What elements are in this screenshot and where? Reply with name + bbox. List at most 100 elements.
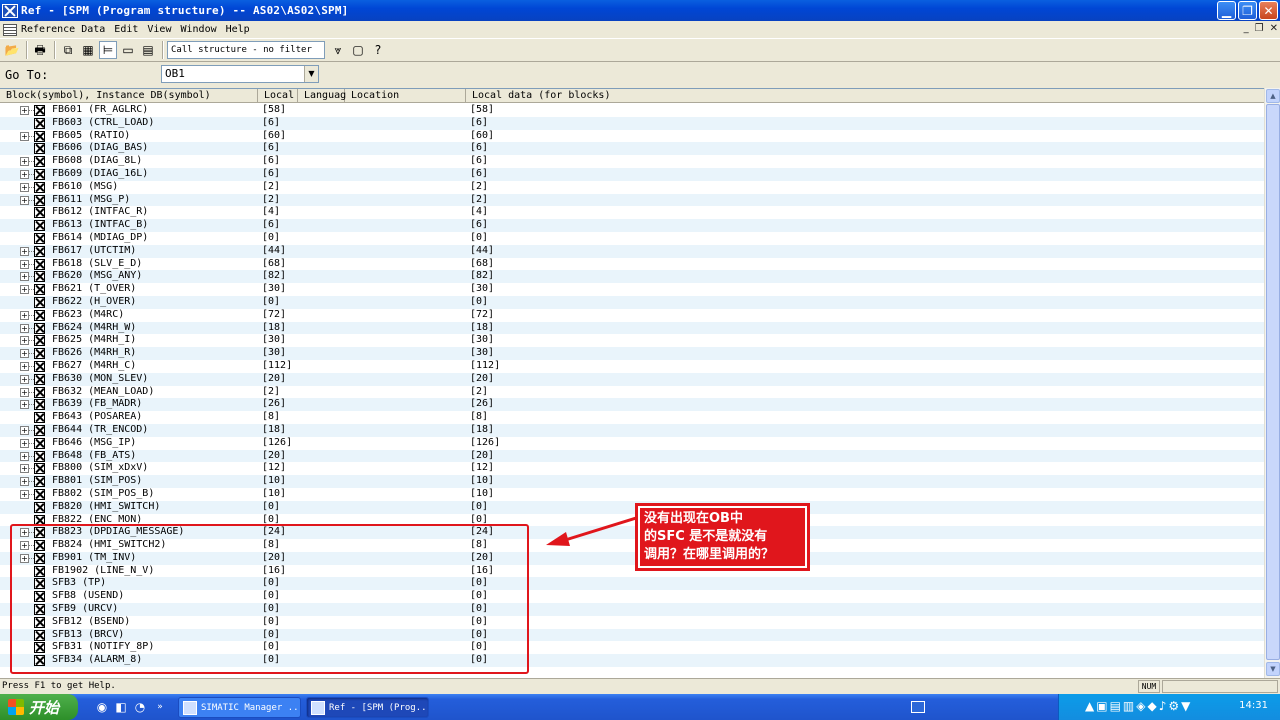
table-row[interactable]: + FB626 (M4RH_R) [30] [30]	[0, 347, 1264, 360]
table-row[interactable]: + FB609 (DIAG_16L) [6] [6]	[0, 167, 1264, 181]
table-row[interactable]: + FB625 (M4RH_I) [30] [30]	[0, 334, 1264, 347]
app-icon[interactable]	[2, 3, 18, 18]
expand-plus-icon[interactable]: +	[20, 246, 29, 256]
expand-plus-icon[interactable]: +	[20, 157, 29, 167]
taskbar-item-simatic-manager[interactable]: SIMATIC Manager ...	[178, 697, 301, 718]
table-row[interactable]: + FB801 (SIM_POS) [10] [10]	[0, 475, 1264, 488]
table-row[interactable]: FB614 (MDIAG_DP) [0] [0]	[0, 232, 1264, 245]
expand-plus-icon[interactable]: +	[20, 272, 29, 282]
expand-plus-icon[interactable]: +	[20, 464, 29, 474]
minimize-button[interactable]: ▁	[1217, 1, 1236, 20]
chevron-down-icon[interactable]: ▼	[304, 66, 318, 82]
program-structure-icon[interactable]: ⊨	[99, 41, 117, 59]
mdi-minimize-icon[interactable]: _	[1244, 23, 1249, 34]
keyboard-icon[interactable]	[911, 701, 925, 713]
context-help-icon[interactable]: ?	[369, 41, 387, 59]
table-row[interactable]: + FB621 (T_OVER) [30] [30]	[0, 283, 1264, 296]
expand-plus-icon[interactable]: +	[20, 259, 29, 269]
table-row[interactable]: + FB624 (M4RH_W) [18] [18]	[0, 321, 1264, 335]
new-window-icon[interactable]: ▢	[349, 41, 367, 59]
table-row[interactable]: + FB627 (M4RH_C) [112] [112]	[0, 360, 1264, 373]
expand-plus-icon[interactable]: +	[20, 323, 29, 333]
filter-icon[interactable]: ⩔	[329, 41, 347, 59]
expand-plus-icon[interactable]: +	[20, 349, 29, 359]
quicklaunch-more-icon[interactable]: »	[152, 699, 168, 715]
menu-help[interactable]: Help	[226, 24, 250, 35]
table-row[interactable]: + FB610 (MSG) [2] [2]	[0, 181, 1264, 194]
maximize-button[interactable]: ❐	[1238, 1, 1257, 20]
expand-plus-icon[interactable]: +	[20, 400, 29, 410]
table-row[interactable]: FB606 (DIAG_BAS) [6] [6]	[0, 142, 1264, 156]
mdi-close-icon[interactable]: ✕	[1270, 23, 1278, 34]
table-row[interactable]: FB603 (CTRL_LOAD) [6] [6]	[0, 116, 1264, 130]
table-row[interactable]: + FB802 (SIM_POS_B) [10] [10]	[0, 488, 1264, 501]
table-row[interactable]: + FB632 (MEAN_LOAD) [2] [2]	[0, 386, 1264, 399]
table-row[interactable]: + FB646 (MSG_IP) [126] [126]	[0, 437, 1264, 450]
expand-plus-icon[interactable]: +	[20, 285, 29, 295]
goto-dropdown[interactable]: OB1 ▼	[161, 65, 319, 83]
scroll-up-icon[interactable]: ▲	[1266, 89, 1280, 103]
table-row[interactable]: + FB639 (FB_MADR) [26] [26]	[0, 398, 1264, 412]
expand-plus-icon[interactable]: +	[20, 477, 29, 487]
table-row[interactable]: + FB648 (FB_ATS) [20] [20]	[0, 449, 1264, 463]
table-row[interactable]: + FB630 (MON_SLEV) [20] [20]	[0, 372, 1264, 386]
expand-plus-icon[interactable]: +	[20, 131, 29, 141]
filter-select[interactable]: Call structure - no filter	[167, 41, 325, 59]
window-titlebar[interactable]: Ref - [SPM (Program structure) -- AS02\A…	[0, 0, 1280, 21]
table-row[interactable]: + FB611 (MSG_P) [2] [2]	[0, 193, 1264, 207]
vertical-scrollbar[interactable]: ▲ ▼	[1264, 88, 1280, 678]
menu-edit[interactable]: Edit	[114, 24, 138, 35]
quicklaunch-ie-icon[interactable]: ◉	[94, 699, 110, 715]
table-row[interactable]: + FB800 (SIM_xDxV) [12] [12]	[0, 462, 1264, 475]
expand-plus-icon[interactable]: +	[20, 438, 29, 448]
expand-plus-icon[interactable]: +	[20, 195, 29, 205]
column-header-language[interactable]: Languag	[298, 89, 346, 103]
column-header-block[interactable]: Block(symbol), Instance DB(symbol)	[0, 89, 258, 103]
mdi-restore-icon[interactable]: ❐	[1255, 23, 1264, 34]
table-row[interactable]: FB622 (H_OVER) [0] [0]	[0, 295, 1264, 309]
expand-plus-icon[interactable]: +	[20, 310, 29, 320]
expand-plus-icon[interactable]: +	[20, 106, 29, 115]
expand-plus-icon[interactable]: +	[20, 425, 29, 435]
addresses-without-symbol-icon[interactable]: ▤	[139, 41, 157, 59]
expand-plus-icon[interactable]: +	[20, 451, 29, 461]
column-header-local[interactable]: Local	[258, 89, 298, 103]
close-button[interactable]: ✕	[1259, 1, 1278, 20]
expand-plus-icon[interactable]: +	[20, 361, 29, 371]
column-header-location[interactable]: Location	[345, 89, 466, 103]
quicklaunch-simatic-icon[interactable]: ◧	[113, 699, 129, 715]
table-row[interactable]: + FB617 (UTCTIM) [44] [44]	[0, 244, 1264, 258]
column-header-local-data[interactable]: Local data (for blocks)	[466, 89, 1264, 103]
expand-plus-icon[interactable]: +	[20, 387, 29, 397]
print-icon[interactable]: 🖶	[31, 41, 49, 59]
table-row[interactable]: FB612 (INTFAC_R) [4] [4]	[0, 206, 1264, 219]
expand-plus-icon[interactable]: +	[20, 169, 29, 179]
menu-view[interactable]: View	[147, 24, 171, 35]
scroll-down-icon[interactable]: ▼	[1266, 662, 1280, 676]
taskbar-item-ref[interactable]: Ref - [SPM (Prog...	[306, 697, 429, 718]
table-row[interactable]: FB613 (INTFAC_B) [6] [6]	[0, 219, 1264, 232]
table-row[interactable]: + FB601 (FR_AGLRC) [58] [58]	[0, 104, 1264, 117]
open-folder-icon[interactable]: 📂	[3, 41, 21, 59]
tray-icons[interactable]: ▲▣▤▥◈◆♪⚙▼	[1085, 699, 1192, 713]
table-row[interactable]: + FB605 (RATIO) [60] [60]	[0, 130, 1264, 143]
unused-symbols-icon[interactable]: ▭	[119, 41, 137, 59]
expand-plus-icon[interactable]: +	[20, 182, 29, 192]
table-row[interactable]: FB643 (POSAREA) [8] [8]	[0, 411, 1264, 424]
table-row[interactable]: + FB620 (MSG_ANY) [82] [82]	[0, 270, 1264, 284]
assignment-list-icon[interactable]: ▦	[79, 41, 97, 59]
menu-reference-data[interactable]: Reference Data	[21, 24, 105, 35]
document-icon[interactable]	[3, 23, 17, 36]
start-button[interactable]: 开始	[0, 694, 78, 720]
table-row[interactable]: + FB618 (SLV_E_D) [68] [68]	[0, 258, 1264, 271]
menu-window[interactable]: Window	[180, 24, 216, 35]
table-row[interactable]: + FB623 (M4RC) [72] [72]	[0, 309, 1264, 322]
tray-clock[interactable]: 14:31	[1239, 700, 1268, 711]
expand-plus-icon[interactable]: +	[20, 374, 29, 384]
table-row[interactable]: + FB608 (DIAG_8L) [6] [6]	[0, 155, 1264, 168]
cross-reference-icon[interactable]: ⧉	[59, 41, 77, 59]
scroll-thumb[interactable]	[1266, 104, 1280, 660]
expand-plus-icon[interactable]: +	[20, 336, 29, 346]
table-row[interactable]: + FB644 (TR_ENCOD) [18] [18]	[0, 423, 1264, 437]
quicklaunch-media-icon[interactable]: ◔	[132, 699, 148, 715]
